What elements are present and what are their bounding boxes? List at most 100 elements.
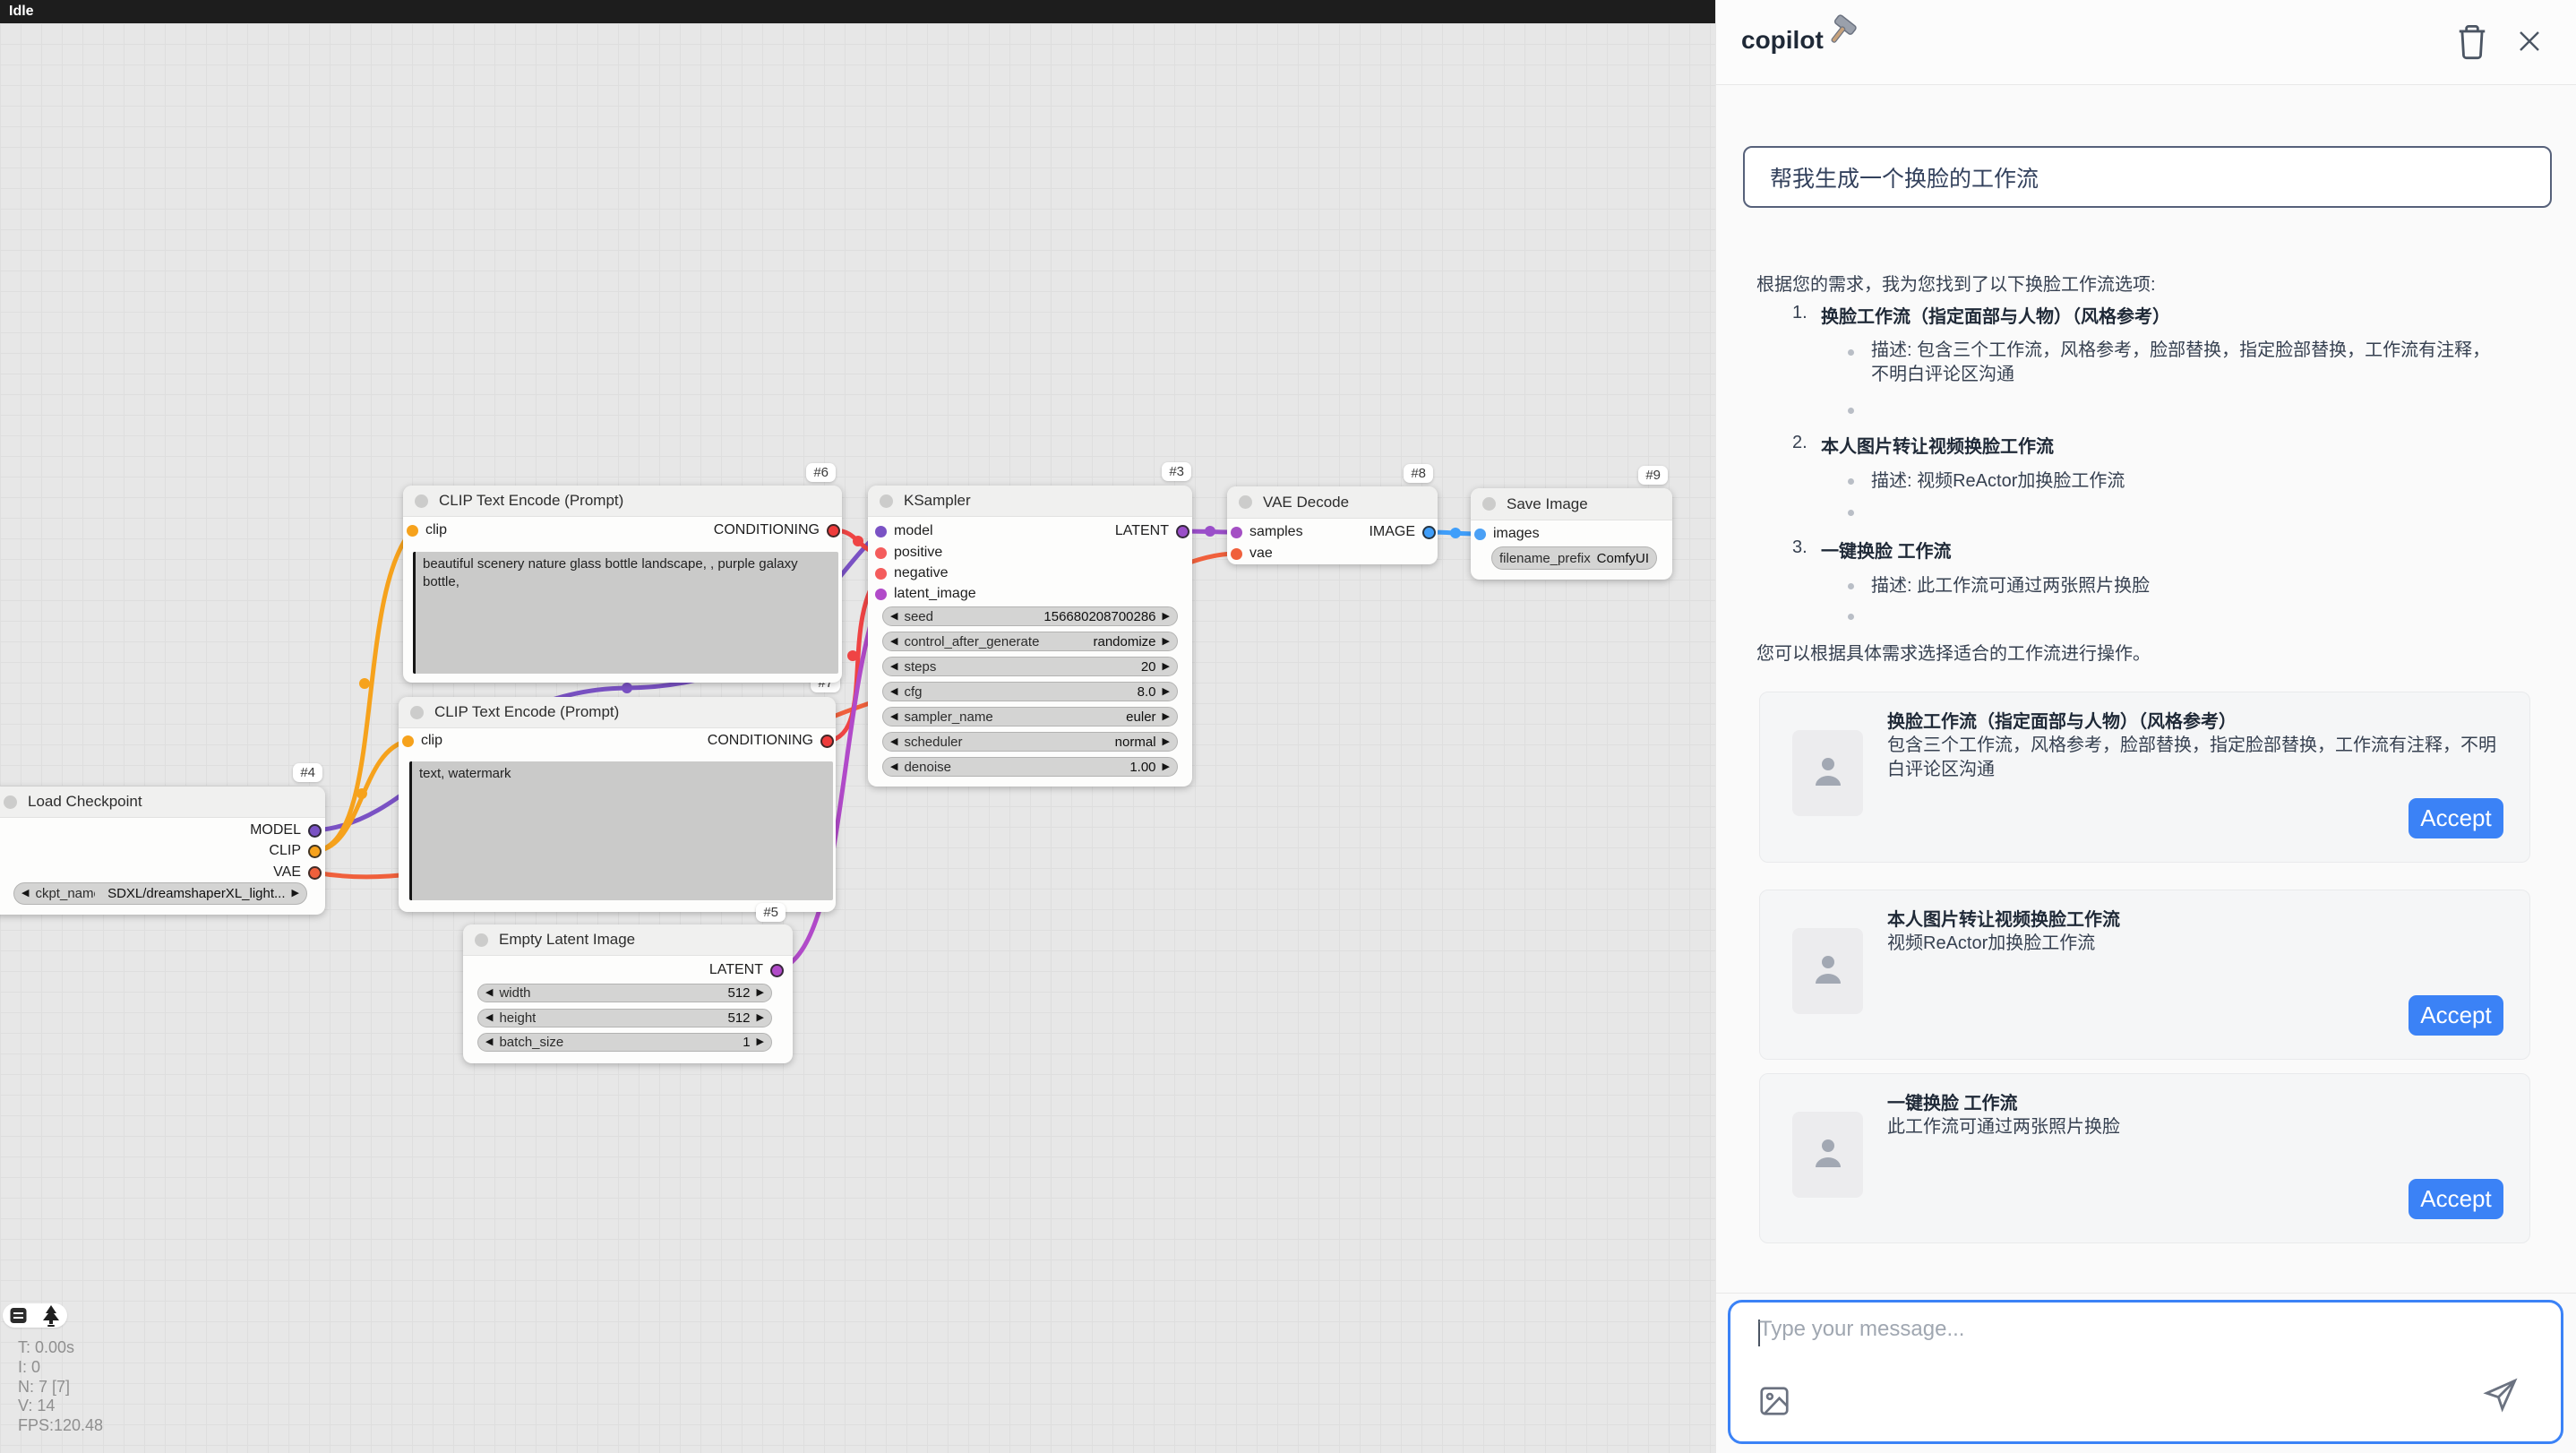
next-arrow-icon[interactable]: ▶ [292,889,299,898]
input-slot-samples[interactable] [1231,527,1242,538]
node-clip-text-encode-negative[interactable]: #7 CLIP Text Encode (Prompt) clip CONDIT… [399,697,836,912]
prompt-textarea[interactable]: text, watermark [409,761,833,900]
decrement-arrow-icon[interactable]: ◀ [890,762,897,772]
slot-label: CONDITIONING [714,522,820,538]
output-slot-image[interactable] [1422,526,1436,539]
prev-arrow-icon[interactable]: ◀ [890,737,897,747]
decrement-arrow-icon[interactable]: ◀ [890,687,897,697]
prompt-textarea[interactable]: beautiful scenery nature glass bottle la… [413,552,838,674]
node-ksampler[interactable]: #3 KSampler model positive negative late… [868,486,1192,787]
workflow-list-icon[interactable] [10,1307,27,1324]
node-clip-text-encode-positive[interactable]: #6 CLIP Text Encode (Prompt) clip CONDIT… [403,486,842,683]
input-slot-clip[interactable] [402,735,414,747]
node-save-image[interactable]: #9 Save Image images filename_prefix Com… [1471,488,1672,580]
widget-height[interactable]: ◀ height 512 ▶ [477,1009,772,1027]
bullet-dot [1848,583,1854,589]
increment-arrow-icon[interactable]: ▶ [1163,762,1170,772]
accept-button[interactable]: Accept [2409,798,2503,838]
send-icon[interactable] [2482,1375,2520,1414]
output-slot-clip[interactable] [308,845,322,858]
collapse-dot[interactable] [1482,497,1496,511]
collapse-dot[interactable] [475,933,488,947]
increment-arrow-icon[interactable]: ▶ [757,1037,764,1047]
output-slot-latent[interactable] [1176,525,1189,538]
widget-control-after-generate[interactable]: ◀ control_after_generate randomize ▶ [882,632,1178,651]
input-slot-latent-image[interactable] [875,589,887,600]
input-slot-negative[interactable] [875,568,887,580]
bullet-dot [1848,478,1854,485]
output-slot-conditioning[interactable] [820,735,834,748]
collapse-dot[interactable] [410,706,424,719]
widget-width[interactable]: ◀ width 512 ▶ [477,984,772,1002]
node-header[interactable]: Load Checkpoint [0,787,325,818]
input-slot-images[interactable] [1474,529,1486,540]
input-slot-vae[interactable] [1231,548,1242,560]
output-slot-latent[interactable] [770,964,784,977]
stat-fps: FPS:120.48 [18,1416,103,1436]
widget-batch-size[interactable]: ◀ batch_size 1 ▶ [477,1033,772,1052]
decrement-arrow-icon[interactable]: ◀ [485,1013,493,1023]
next-arrow-icon[interactable]: ▶ [1163,712,1170,722]
option-title: 一键换脸 工作流 [1821,537,1952,563]
widget-scheduler[interactable]: ◀ scheduler normal ▶ [882,732,1178,752]
assistant-outro: 您可以根据具体需求选择适合的工作流进行操作。 [1756,639,2151,665]
node-load-checkpoint[interactable]: #4 Load Checkpoint MODEL CLIP VAE ◀ ckpt… [0,787,325,915]
node-header[interactable]: KSampler [868,486,1192,517]
decrement-arrow-icon[interactable]: ◀ [890,662,897,672]
node-empty-latent-image[interactable]: #5 Empty Latent Image LATENT ◀ width 512… [463,924,793,1063]
input-slot-positive[interactable] [875,547,887,559]
collapse-dot[interactable] [880,494,893,508]
node-header[interactable]: VAE Decode [1227,486,1438,519]
accept-button[interactable]: Accept [2409,995,2503,1036]
accept-button[interactable]: Accept [2409,1179,2503,1219]
message-input[interactable] [1757,1315,2531,1381]
widget-seed[interactable]: ◀ seed 156680208700286 ▶ [882,606,1178,626]
increment-arrow-icon[interactable]: ▶ [1163,612,1170,622]
next-arrow-icon[interactable]: ▶ [1163,737,1170,747]
close-icon[interactable] [2516,28,2543,55]
widget-ckpt-name[interactable]: ◀ ckpt_name SDXL/dreamshaperXL_light... … [13,882,307,905]
increment-arrow-icon[interactable]: ▶ [757,988,764,998]
node-header[interactable]: Save Image [1471,488,1672,520]
increment-arrow-icon[interactable]: ▶ [1163,687,1170,697]
slot-label: LATENT [1115,523,1169,539]
widget-sampler-name[interactable]: ◀ sampler_name euler ▶ [882,707,1178,726]
node-graph-canvas[interactable]: #7 CLIP Text Encode (Prompt) clip CONDIT… [0,23,1715,1453]
widget-steps[interactable]: ◀ steps 20 ▶ [882,657,1178,676]
prev-arrow-icon[interactable]: ◀ [890,637,897,647]
collapse-dot[interactable] [415,494,428,508]
message-input-box [1728,1300,2563,1444]
node-badge: #4 [293,763,322,782]
tree-icon[interactable] [42,1305,60,1327]
next-arrow-icon[interactable]: ▶ [1163,637,1170,647]
widget-filename-prefix[interactable]: filename_prefix ComfyUI [1491,546,1657,570]
output-slot-model[interactable] [308,824,322,838]
widget-cfg[interactable]: ◀ cfg 8.0 ▶ [882,682,1178,701]
option-desc: 描述: 包含三个工作流，风格参考，脸部替换，指定脸部替换，工作流有注释，不明白评… [1871,339,2498,387]
option-title: 本人图片转让视频换脸工作流 [1821,432,2054,458]
node-vae-decode[interactable]: #8 VAE Decode samples vae IMAGE [1227,486,1438,564]
attach-image-icon[interactable] [1757,1384,1791,1418]
node-badge: #3 [1162,462,1191,481]
decrement-arrow-icon[interactable]: ◀ [890,612,897,622]
decrement-arrow-icon[interactable]: ◀ [485,988,493,998]
collapse-dot[interactable] [1239,495,1252,509]
output-slot-vae[interactable] [308,866,322,880]
trash-icon[interactable] [2455,22,2489,60]
increment-arrow-icon[interactable]: ▶ [1163,662,1170,672]
node-header[interactable]: CLIP Text Encode (Prompt) [399,697,836,728]
input-slot-model[interactable] [875,526,887,537]
prev-arrow-icon[interactable]: ◀ [21,889,29,898]
input-slot-clip[interactable] [407,525,418,537]
widget-denoise[interactable]: ◀ denoise 1.00 ▶ [882,757,1178,777]
node-header[interactable]: Empty Latent Image [463,924,793,956]
workflow-thumbnail [1792,1112,1863,1198]
collapse-dot[interactable] [4,795,17,809]
prev-arrow-icon[interactable]: ◀ [890,712,897,722]
increment-arrow-icon[interactable]: ▶ [757,1013,764,1023]
node-title: Empty Latent Image [499,931,635,949]
output-slot-conditioning[interactable] [827,524,840,537]
empty-bullet-dot [1848,614,1854,620]
node-header[interactable]: CLIP Text Encode (Prompt) [403,486,842,517]
decrement-arrow-icon[interactable]: ◀ [485,1037,493,1047]
